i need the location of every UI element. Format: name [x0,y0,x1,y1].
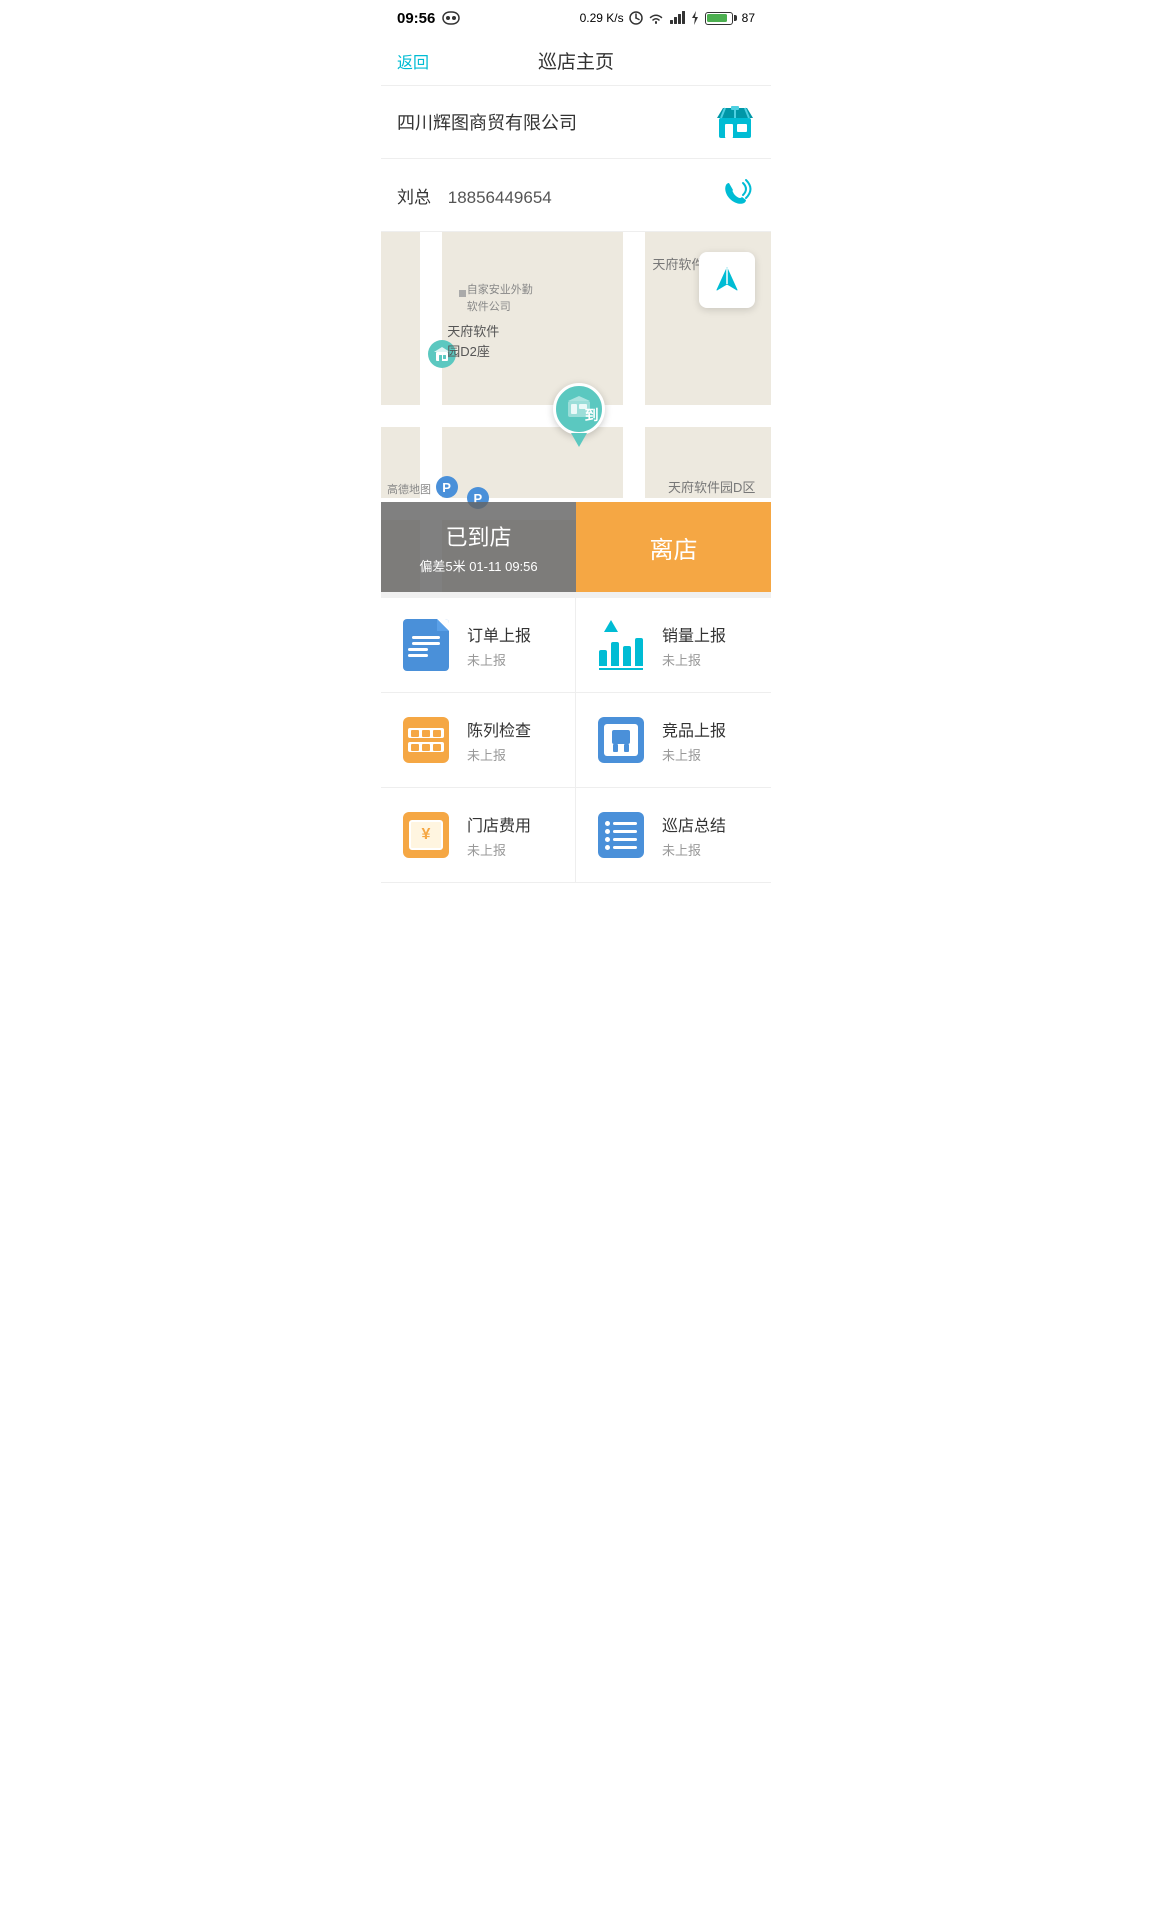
function-status-order: 未上报 [467,650,531,669]
icon-wrap-display [401,715,451,765]
sales-icon [598,620,644,670]
function-item-expense[interactable]: ¥ 门店费用 未上报 [381,788,576,883]
map-area: 天府软件园D区 天府软件园D区 自家安业外勤软件公司 P P 天府软件园D2座 [381,232,771,592]
park-building-label: 天府软件园D2座 [447,322,499,361]
icon-wrap-expense: ¥ [401,810,451,860]
summary-icon [598,812,644,858]
status-right: 0.29 K/s 87 [580,11,755,25]
arrived-label: 已到店 [445,520,511,552]
leave-label: 离店 [650,530,698,565]
icon-wrap-sales [596,620,646,670]
function-status-sales: 未上报 [662,650,726,669]
icon-wrap-competitor [596,715,646,765]
function-status-summary: 未上报 [662,840,726,859]
contact-name: 刘总 [397,188,431,207]
map-bottom-actions: 已到店 偏差5米 01-11 09:56 离店 [381,502,771,592]
clock-icon [629,11,643,25]
page-title: 巡店主页 [538,47,614,74]
function-title-competitor: 竞品上报 [662,717,726,741]
function-status-display: 未上报 [467,745,531,764]
arrived-detail: 偏差5米 01-11 09:56 [419,556,537,575]
function-text-sales: 销量上报 未上报 [662,622,726,669]
function-grid: 订单上报 未上报 销量上报 未上报 陈列检查 未上报 [381,592,771,883]
location-dot [459,290,466,297]
function-item-sales[interactable]: 销量上报 未上报 [576,598,771,693]
map-marker: 到 [553,383,605,447]
status-time: 09:56 [397,10,435,27]
icon-wrap-summary [596,810,646,860]
function-item-summary[interactable]: 巡店总结 未上报 [576,788,771,883]
battery-level: 87 [742,11,755,25]
function-item-display[interactable]: 陈列检查 未上报 [381,693,576,788]
wifi-icon [648,11,664,25]
status-left: 09:56 [397,10,461,27]
navigate-button[interactable] [699,252,755,308]
nav-bar: 返回 巡店主页 [381,36,771,86]
contact-info: 刘总 18856449654 [397,183,552,208]
function-text-display: 陈列检查 未上报 [467,717,531,764]
function-title-sales: 销量上报 [662,622,726,646]
icon-wrap-order [401,620,451,670]
store-icon [715,104,755,140]
leave-button[interactable]: 离店 [576,502,771,592]
battery-indicator [705,12,737,25]
signal-icon [669,11,685,25]
function-text-summary: 巡店总结 未上报 [662,812,726,859]
park-label-bottom: 天府软件园D区 [668,477,755,496]
loop-icon [441,11,461,25]
status-bar: 09:56 0.29 K/s [381,0,771,36]
function-text-order: 订单上报 未上报 [467,622,531,669]
company-section: 四川辉图商贸有限公司 [381,86,771,159]
function-item-competitor[interactable]: 竞品上报 未上报 [576,693,771,788]
marker-tail [571,433,587,447]
function-status-competitor: 未上报 [662,745,726,764]
charging-icon [690,11,700,25]
map-watermark: 高德地图 [387,481,431,497]
parking-icon1: P [436,476,458,498]
back-button[interactable]: 返回 [397,49,429,73]
order-icon [403,619,449,671]
function-text-expense: 门店费用 未上报 [467,812,531,859]
marker-label: 到 [553,383,605,435]
expense-icon: ¥ [403,812,449,858]
function-item-order[interactable]: 订单上报 未上报 [381,598,576,693]
phone-icon[interactable] [719,177,755,213]
function-title-expense: 门店费用 [467,812,531,836]
competitor-icon [598,717,644,763]
network-speed: 0.29 K/s [580,11,624,25]
function-title-display: 陈列检查 [467,717,531,741]
outside-label: 自家安业外勤软件公司 [467,282,533,315]
contact-phone: 18856449654 [448,188,552,207]
function-title-summary: 巡店总结 [662,812,726,836]
arrived-button[interactable]: 已到店 偏差5米 01-11 09:56 [381,502,576,592]
function-status-expense: 未上报 [467,840,531,859]
contact-section: 刘总 18856449654 [381,159,771,232]
function-text-competitor: 竞品上报 未上报 [662,717,726,764]
function-title-order: 订单上报 [467,622,531,646]
display-icon [403,717,449,763]
company-name: 四川辉图商贸有限公司 [397,109,577,135]
